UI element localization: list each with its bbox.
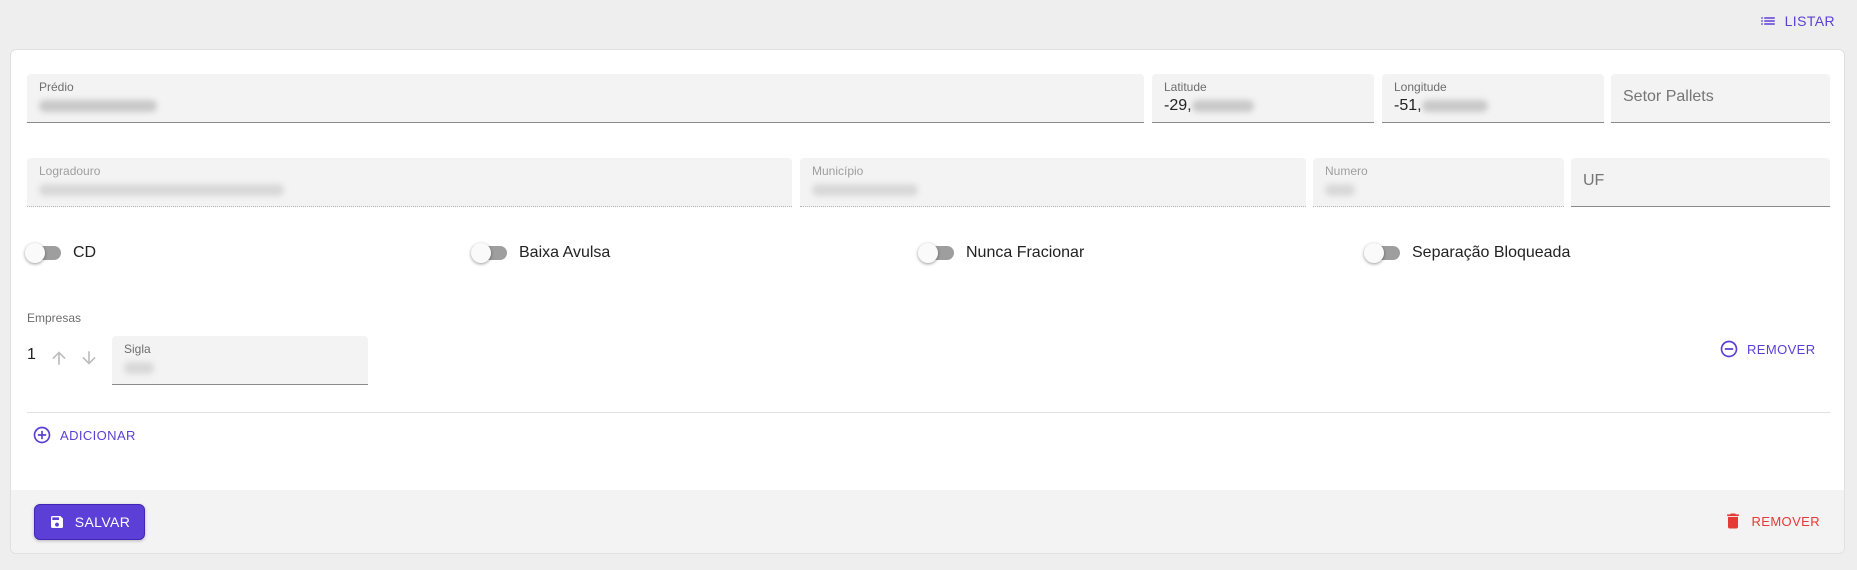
add-empresa-label: ADICIONAR (60, 427, 136, 443)
municipio-field: Município (800, 158, 1306, 207)
save-label: SALVAR (74, 514, 131, 530)
toggle-nunca-fracionar[interactable]: Nunca Fracionar (918, 243, 1084, 263)
save-icon (50, 516, 63, 528)
add-empresa-button[interactable]: ADICIONAR (32, 425, 136, 445)
save-button[interactable]: SALVAR (34, 504, 145, 540)
listar-link[interactable]: LISTAR (1755, 8, 1839, 34)
numero-field: Numero (1313, 158, 1564, 207)
listar-label: LISTAR (1784, 13, 1835, 29)
predio-value (39, 97, 157, 115)
separacao-bloqueada-switch[interactable] (1364, 243, 1400, 263)
predio-label: Prédio (39, 80, 74, 94)
cd-switch[interactable] (25, 243, 61, 263)
add-circle-icon (33, 426, 51, 444)
baixa-avulsa-label: Baixa Avulsa (519, 244, 611, 261)
logradouro-value (39, 181, 284, 199)
baixa-avulsa-switch[interactable] (471, 243, 507, 263)
trash-icon (1727, 513, 1740, 529)
logradouro-field: Logradouro (27, 158, 792, 207)
uf-placeholder: UF (1583, 172, 1605, 189)
remove-empresa-label: REMOVER (1747, 341, 1816, 357)
empresa-row-index: 1 (27, 346, 36, 363)
sigla-label: Sigla (124, 342, 151, 356)
logradouro-label: Logradouro (39, 164, 101, 178)
remove-circle-icon (1720, 340, 1738, 358)
numero-label: Numero (1325, 164, 1368, 178)
move-down-icon[interactable] (79, 348, 99, 368)
municipio-label: Município (812, 164, 864, 178)
sigla-field[interactable]: Sigla (112, 336, 368, 385)
remove-empresa-button[interactable]: REMOVER (1719, 339, 1816, 359)
latitude-label: Latitude (1164, 80, 1207, 94)
divider (27, 412, 1830, 413)
sigla-value (124, 359, 154, 377)
setor-pallets-placeholder: Setor Pallets (1623, 88, 1714, 105)
latitude-field[interactable]: Latitude -29, (1152, 74, 1374, 123)
latitude-value: -29, (1164, 97, 1254, 115)
setor-pallets-field[interactable]: Setor Pallets (1611, 74, 1830, 123)
municipio-value (812, 181, 918, 199)
form-footer: SALVAR REMOVER (11, 490, 1844, 553)
empresas-section-label: Empresas (27, 311, 82, 325)
delete-label: REMOVER (1751, 513, 1820, 529)
longitude-field[interactable]: Longitude -51, (1382, 74, 1604, 123)
toggle-cd[interactable]: CD (25, 243, 96, 263)
list-icon (1760, 17, 1775, 25)
cd-label: CD (73, 244, 97, 261)
toggle-baixa-avulsa[interactable]: Baixa Avulsa (471, 243, 610, 263)
uf-field[interactable]: UF (1571, 158, 1830, 207)
form-card: Prédio Latitude -29, Longitude -51, Seto… (10, 49, 1845, 554)
nunca-fracionar-switch[interactable] (918, 243, 954, 263)
move-up-icon[interactable] (49, 348, 69, 368)
separacao-bloqueada-label: Separação Bloqueada (1412, 244, 1571, 261)
predio-field[interactable]: Prédio (27, 74, 1144, 123)
toggle-separacao-bloqueada[interactable]: Separação Bloqueada (1364, 243, 1570, 263)
numero-value (1325, 181, 1355, 199)
longitude-label: Longitude (1394, 80, 1447, 94)
longitude-value: -51, (1394, 97, 1488, 115)
nunca-fracionar-label: Nunca Fracionar (966, 244, 1085, 261)
delete-button[interactable]: REMOVER (1723, 511, 1820, 531)
